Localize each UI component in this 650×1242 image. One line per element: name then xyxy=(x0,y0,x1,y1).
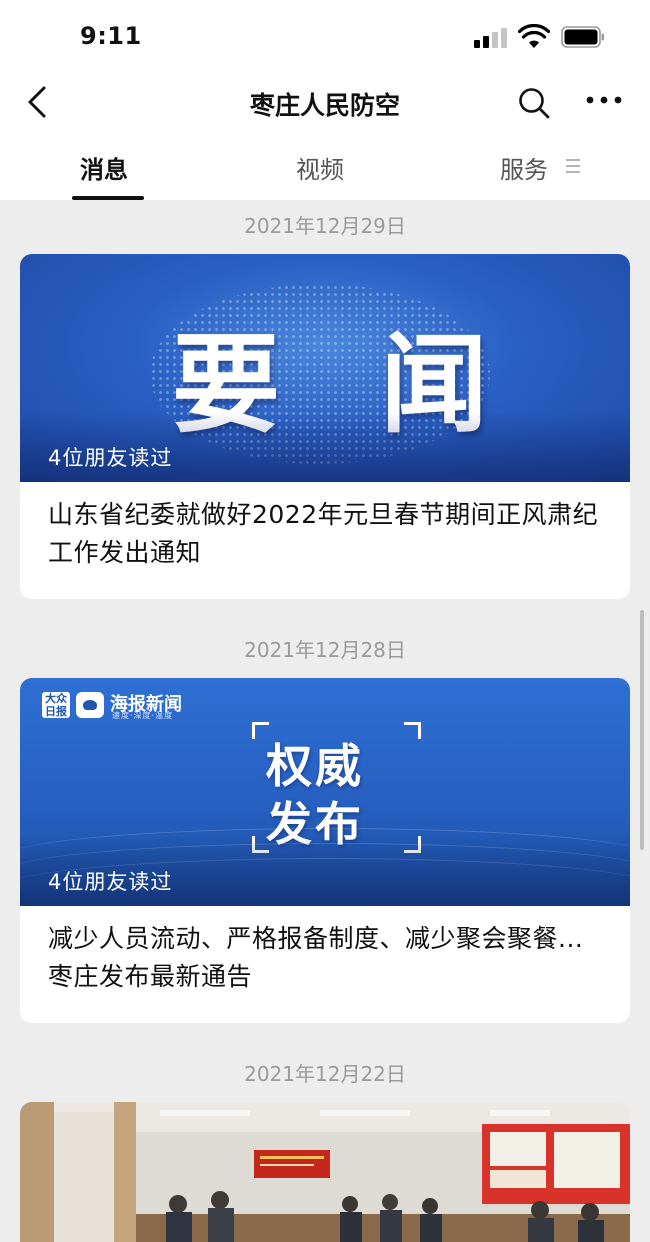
menu-lines-icon xyxy=(566,159,580,173)
search-icon[interactable] xyxy=(516,85,552,121)
tab-videos[interactable]: 视频 xyxy=(296,150,344,185)
page-title: 枣庄人民防空 xyxy=(249,91,400,120)
bracket-corner xyxy=(404,722,421,739)
tab-messages[interactable]: 消息 xyxy=(80,150,128,185)
date-label: 2021年12月22日 xyxy=(244,1062,406,1086)
navigation-bar: 枣庄人民防空 xyxy=(0,74,650,135)
article-cover-image: 大众日报 海报新闻 速度·深度·温度 权威 发布 4位朋友读过 xyxy=(20,678,630,906)
more-options-icon[interactable] xyxy=(584,92,624,108)
newspaper-logo: 大众日报 xyxy=(42,692,70,718)
date-label: 2021年12月29日 xyxy=(244,214,406,238)
scrollbar[interactable] xyxy=(640,610,644,850)
article-card[interactable]: 要 闻 4位朋友读过 山东省纪委就做好2022年元旦春节期间正风肃纪工作发出通知 xyxy=(20,254,630,599)
friends-read-count: 4位朋友读过 xyxy=(48,870,173,894)
app-logo-icon xyxy=(76,692,104,718)
status-time: 9:11 xyxy=(80,22,142,50)
article-cover-image: 要 闻 4位朋友读过 xyxy=(20,254,630,482)
battery-icon xyxy=(561,26,604,48)
meeting-room-photo xyxy=(20,1102,630,1242)
tab-bar: 消息 视频 服务 xyxy=(0,134,650,200)
active-tab-indicator xyxy=(72,196,144,200)
article-title: 减少人员流动、严格报备制度、减少聚会聚餐...枣庄发布最新通告 xyxy=(48,924,584,991)
article-title: 山东省纪委就做好2022年元旦春节期间正风肃纪工作发出通知 xyxy=(48,500,599,567)
date-label: 2021年12月28日 xyxy=(244,638,406,662)
cellular-signal-icon xyxy=(474,28,508,48)
logo-slogan: 速度·深度·温度 xyxy=(112,711,174,720)
cover-headline-line: 权威 xyxy=(266,739,364,793)
status-bar: 9:11 xyxy=(0,0,650,74)
tab-services[interactable]: 服务 xyxy=(500,150,548,185)
article-card[interactable]: 大众日报 海报新闻 速度·深度·温度 权威 发布 4位朋友读过 减少人员流动、严… xyxy=(20,678,630,1023)
friends-read-count: 4位朋友读过 xyxy=(48,446,173,470)
wifi-icon xyxy=(518,24,550,48)
article-cover-photo[interactable] xyxy=(20,1102,630,1242)
